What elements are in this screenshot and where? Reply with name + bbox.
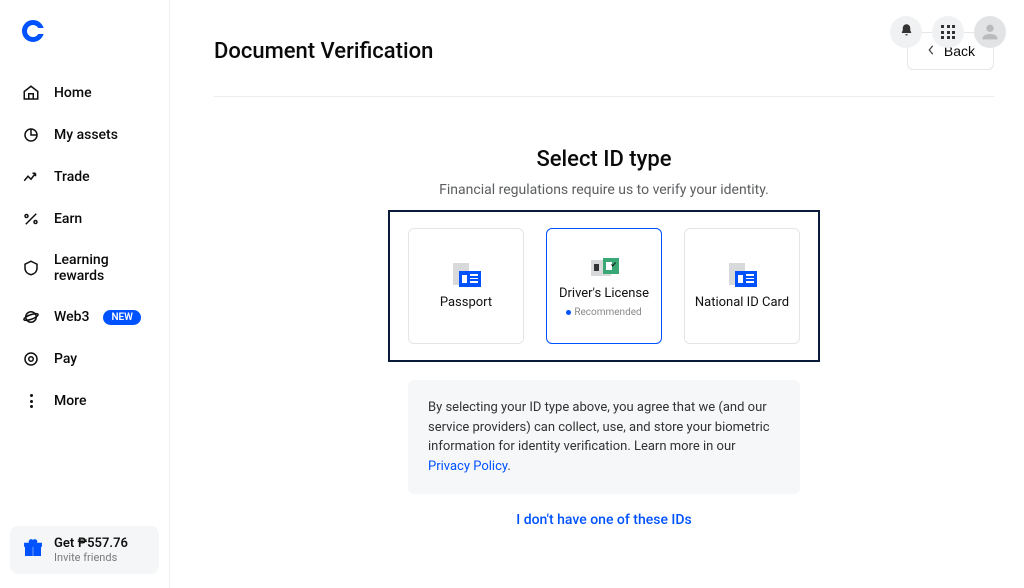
id-option-drivers-license[interactable]: Driver's License Recommended [546,228,662,344]
badge-icon [22,259,40,277]
sidebar-item-label: Earn [54,211,82,227]
sidebar-item-label: Web3 [54,309,89,325]
sidebar-item-label: Learning rewards [54,252,147,284]
option-label: Passport [440,295,492,310]
sidebar-item-label: My assets [54,127,118,143]
national-id-icon [727,263,757,289]
sidebar-item-home[interactable]: Home [0,72,169,114]
apps-menu-button[interactable] [932,16,964,48]
percent-icon [22,210,40,228]
invite-subtitle: Invite friends [54,551,128,564]
sidebar-nav: Home My assets Trade Earn [0,72,169,422]
sidebar-item-label: Home [54,85,92,101]
bell-icon [899,23,914,42]
invite-friends-card[interactable]: Get ₱557.76 Invite friends [10,526,159,574]
coin-icon [22,350,40,368]
sidebar-item-my-assets[interactable]: My assets [0,114,169,156]
sidebar: Home My assets Trade Earn [0,0,170,588]
invite-title: Get ₱557.76 [54,536,128,551]
sidebar-item-label: More [54,393,87,409]
sidebar-item-label: Pay [54,351,77,367]
option-label: National ID Card [695,295,789,310]
select-id-subtext: Financial regulations require us to veri… [214,182,994,198]
page-title: Document Verification [214,39,433,64]
sidebar-item-pay[interactable]: Pay [0,338,169,380]
main-content: Document Verification Back Select ID typ… [170,0,1024,588]
more-vertical-icon [22,392,40,410]
pie-icon [22,126,40,144]
notifications-button[interactable] [890,16,922,48]
new-badge: NEW [103,310,141,325]
consent-text: By selecting your ID type above, you agr… [408,380,800,494]
avatar-button[interactable] [974,16,1006,48]
select-id-heading: Select ID type [214,147,994,172]
drivers-license-icon [589,254,619,280]
id-option-national-id[interactable]: National ID Card [684,228,800,344]
id-options-frame: Passport Driver's License Recommended [388,210,820,362]
grid-icon [941,25,955,39]
privacy-policy-link[interactable]: Privacy Policy [428,459,507,474]
option-label: Driver's License [559,286,649,301]
sidebar-item-more[interactable]: More [0,380,169,422]
sidebar-item-label: Trade [54,169,90,185]
passport-icon [451,263,481,289]
home-icon [22,84,40,102]
trend-icon [22,168,40,186]
sidebar-item-web3[interactable]: Web3 NEW [0,296,169,338]
logo[interactable] [22,20,46,44]
recommended-badge: Recommended [566,307,641,318]
sidebar-item-learning-rewards[interactable]: Learning rewards [0,240,169,296]
sidebar-item-earn[interactable]: Earn [0,198,169,240]
avatar-icon [979,21,1001,43]
gift-icon [22,537,44,563]
sidebar-item-trade[interactable]: Trade [0,156,169,198]
no-id-link[interactable]: I don't have one of these IDs [214,512,994,528]
id-option-passport[interactable]: Passport [408,228,524,344]
planet-icon [22,308,40,326]
